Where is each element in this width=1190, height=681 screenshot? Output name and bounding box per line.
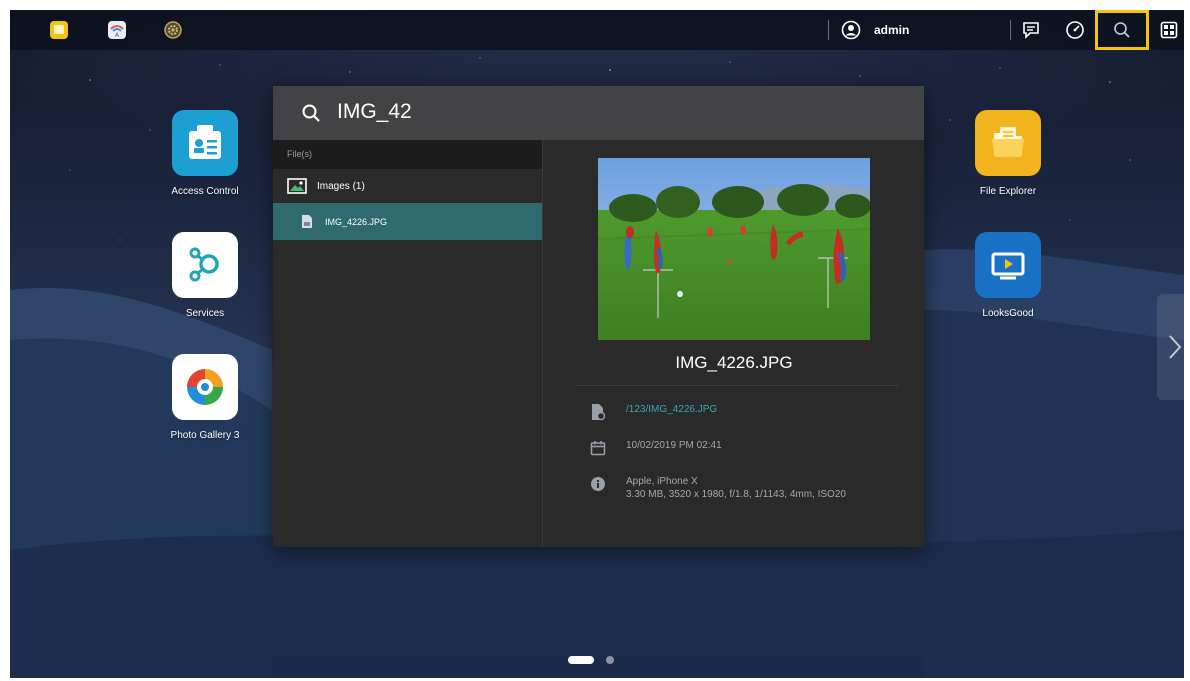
app-label: File Explorer	[979, 186, 1037, 197]
meta-info-row: Apple, iPhone X 3.30 MB, 3520 x 1980, f/…	[590, 475, 846, 501]
taskbar: A admin	[10, 10, 1184, 50]
chevron-right-icon	[1169, 335, 1182, 359]
file-image-icon	[302, 215, 312, 228]
search-query[interactable]: IMG_42	[337, 100, 412, 124]
parrot-photo	[598, 158, 870, 340]
group-label: Images (1)	[317, 180, 365, 192]
user-name[interactable]: admin	[874, 23, 909, 37]
meta-date-row: 10/02/2019 PM 02:41	[590, 439, 722, 457]
page-dot[interactable]	[606, 656, 614, 664]
results-list: File(s) Images (1) IMG_4226.JPG	[273, 140, 543, 547]
app-looksgood[interactable]: LooksGood	[953, 232, 1063, 319]
user-icon[interactable]	[840, 19, 862, 41]
info-icon	[590, 475, 606, 493]
calendar-icon	[590, 439, 606, 457]
page-dot-active[interactable]	[568, 656, 594, 664]
file-path-link[interactable]: /123/IMG_4226.JPG	[626, 403, 717, 416]
looksgood-icon	[975, 232, 1041, 298]
access-control-icon	[172, 110, 238, 176]
divider	[576, 385, 898, 386]
app-file-explorer[interactable]: File Explorer	[953, 110, 1063, 197]
search-highlight	[1095, 10, 1149, 50]
app-center-icon[interactable]: A	[106, 19, 128, 41]
settings-icon[interactable]	[162, 19, 184, 41]
file-camera: Apple, iPhone X	[626, 476, 698, 487]
preview-title: IMG_4226.JPG	[675, 353, 793, 372]
desktop: A admin Access Control Services Photo Ga…	[10, 10, 1184, 678]
search-panel: IMG_42 File(s) Images (1) IMG_4226.JPG I…	[273, 86, 924, 547]
app-label: Access Control	[171, 186, 239, 197]
next-page-button[interactable]	[1157, 294, 1184, 400]
taskbar-separator	[828, 20, 829, 40]
result-item-selected[interactable]: IMG_4226.JPG	[273, 203, 542, 240]
meta-path-row: /123/IMG_4226.JPG	[590, 403, 717, 421]
file-date: 10/02/2019 PM 02:41	[626, 440, 722, 451]
file-info: Apple, iPhone X 3.30 MB, 3520 x 1980, f/…	[626, 475, 846, 501]
taskbar-separator	[1010, 20, 1011, 40]
file-location-icon	[590, 403, 606, 421]
app-label: Photo Gallery 3	[170, 430, 240, 441]
desktop-icon[interactable]	[1158, 19, 1180, 41]
file-details: 3.30 MB, 3520 x 1980, f/1.8, 1/1143, 4mm…	[626, 489, 846, 500]
page-indicator	[568, 656, 614, 664]
app-access-control[interactable]: Access Control	[150, 110, 260, 197]
image-icon	[287, 178, 307, 194]
result-label: IMG_4226.JPG	[325, 216, 388, 227]
preview-image[interactable]	[598, 158, 870, 340]
file-preview: IMG_4226.JPG /123/IMG_4226.JPG 10/02/201…	[544, 140, 924, 547]
file-explorer-icon	[975, 110, 1041, 176]
dashboard-icon[interactable]	[1064, 19, 1086, 41]
app-services[interactable]: Services	[150, 232, 260, 319]
app-label: Services	[185, 308, 225, 319]
file-manager-icon[interactable]	[48, 19, 70, 41]
group-images[interactable]: Images (1)	[273, 169, 542, 203]
photo-gallery-icon	[172, 354, 238, 420]
services-icon	[172, 232, 238, 298]
notes-icon[interactable]	[1020, 19, 1042, 41]
search-bar[interactable]: IMG_42	[273, 86, 924, 140]
search-icon	[302, 104, 320, 122]
app-photo-gallery[interactable]: Photo Gallery 3	[150, 354, 260, 441]
app-label: LooksGood	[982, 308, 1034, 319]
section-header: File(s)	[273, 140, 542, 169]
